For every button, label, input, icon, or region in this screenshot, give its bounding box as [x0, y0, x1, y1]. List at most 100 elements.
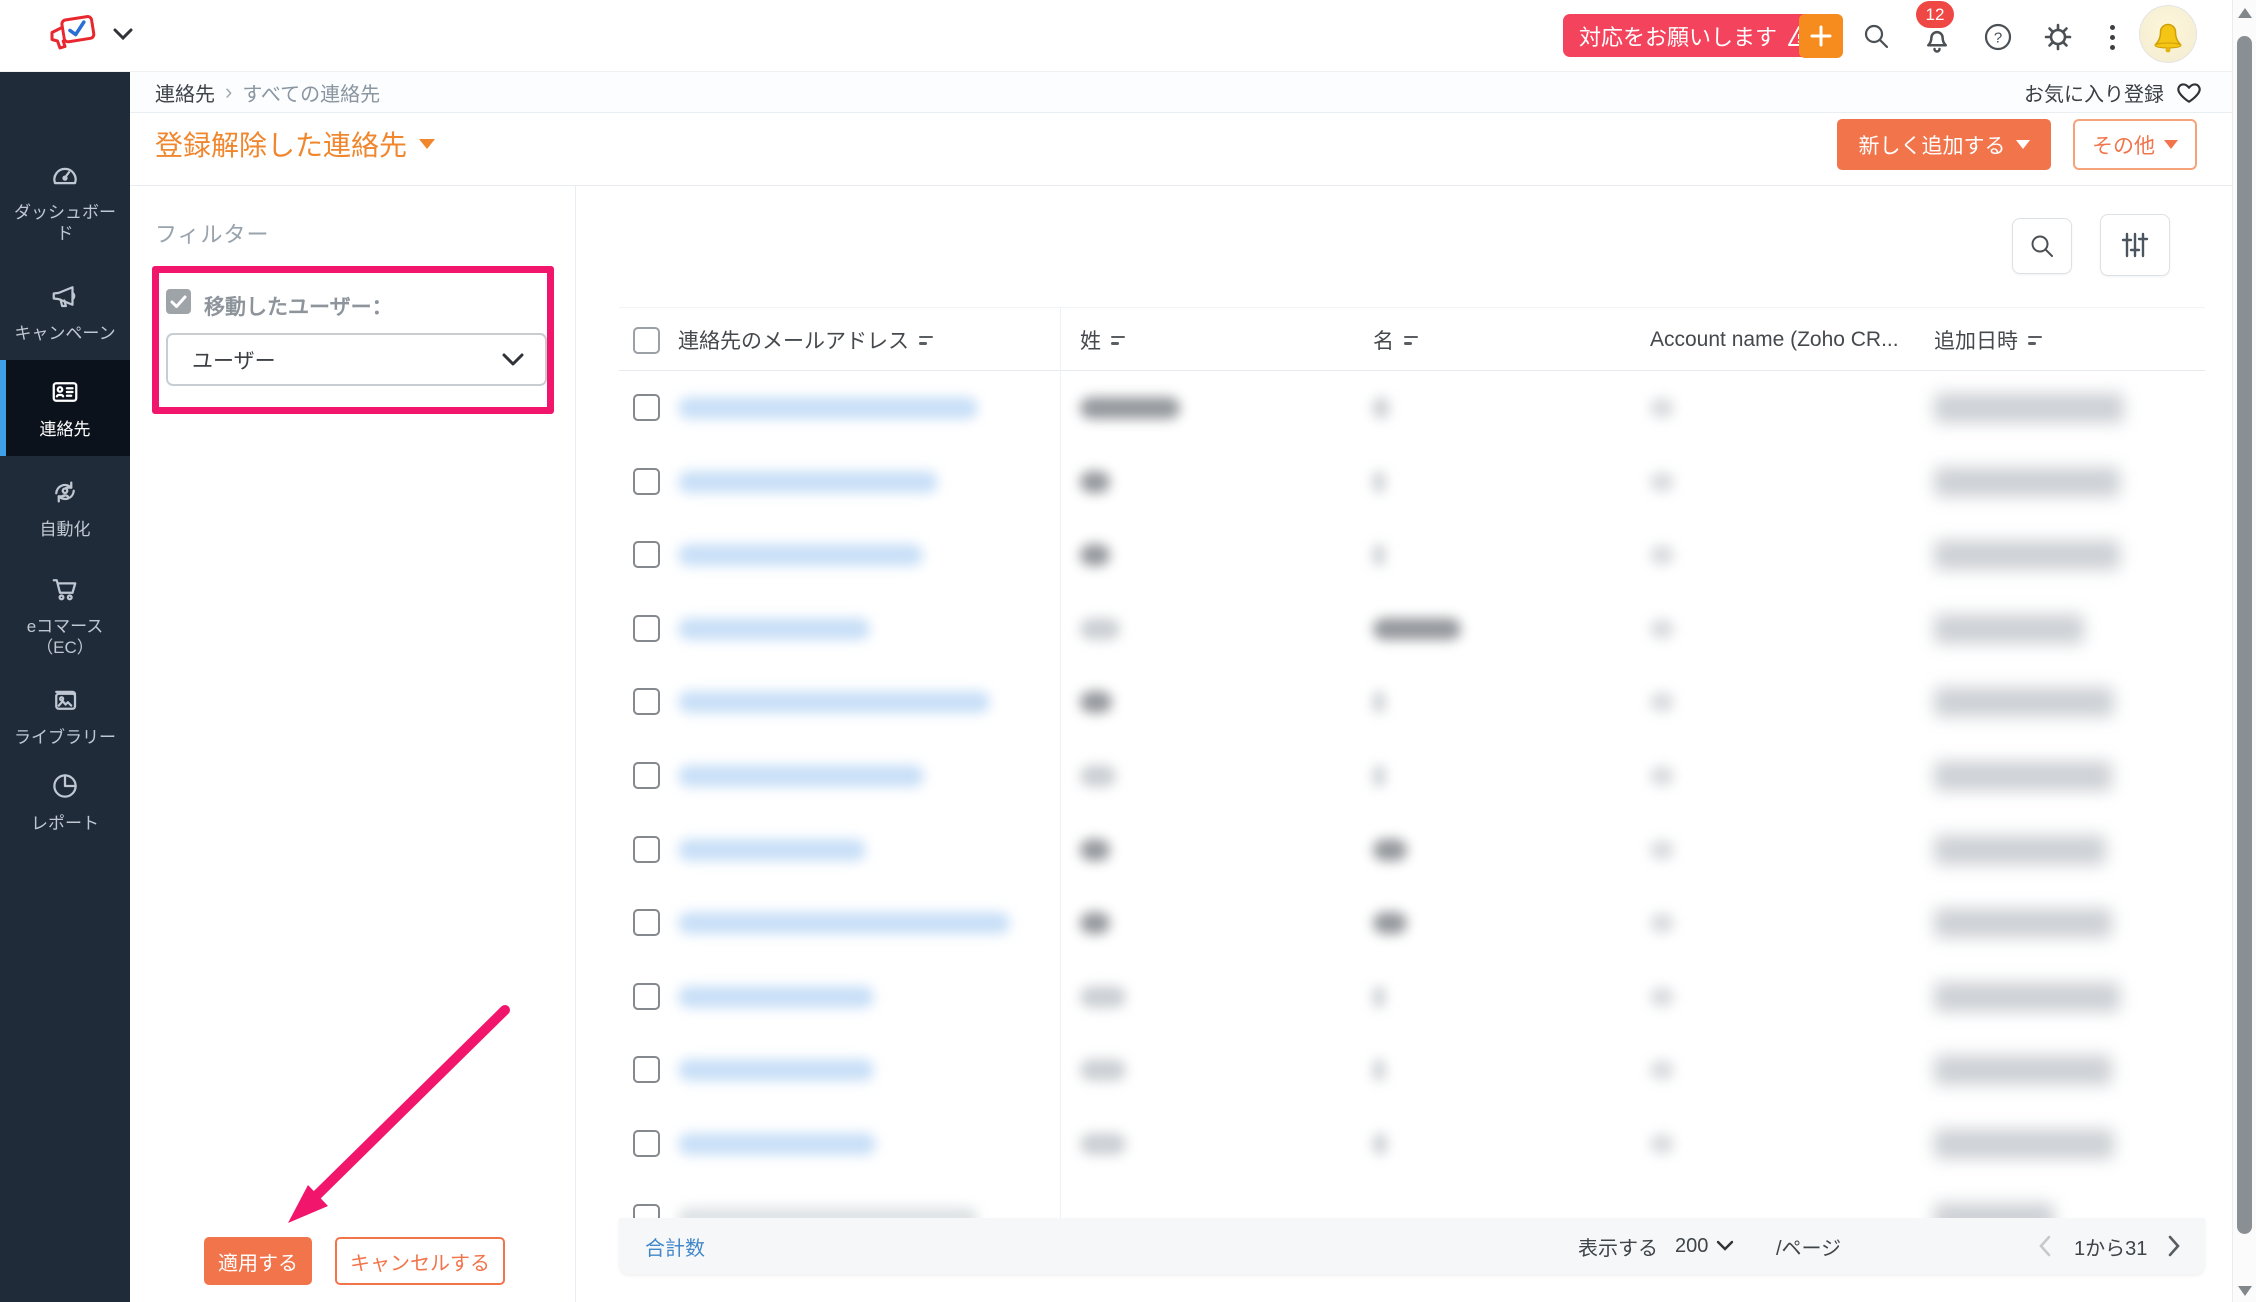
- add-new-button[interactable]: 新しく追加する: [1837, 119, 2051, 170]
- column-header[interactable]: 名: [1373, 308, 1418, 372]
- automation-icon: [50, 477, 80, 512]
- sidebar-item-dashboard[interactable]: ダッシュボード: [0, 152, 130, 252]
- user-avatar[interactable]: [2139, 5, 2197, 63]
- column-header[interactable]: 追加日時: [1934, 308, 2042, 372]
- page-size-dropdown[interactable]: 200: [1675, 1235, 1734, 1258]
- last-name-blurred: [1080, 1133, 1126, 1155]
- account-name-blurred: [1650, 913, 1674, 933]
- global-search-icon[interactable]: [1862, 22, 1890, 50]
- email-link-blurred[interactable]: [678, 1207, 978, 1218]
- row-checkbox[interactable]: [633, 1130, 660, 1157]
- sidebar-item-library[interactable]: ライブラリー: [0, 676, 130, 756]
- active-indicator: [0, 360, 6, 456]
- first-name-blurred: [1373, 1059, 1385, 1081]
- next-page-button[interactable]: [2167, 1235, 2181, 1257]
- table-row: [619, 665, 2205, 739]
- org-switcher-chevron-down-icon[interactable]: [112, 26, 134, 42]
- sidebar-item-campaigns[interactable]: キャンペーン: [0, 270, 130, 354]
- scroll-up-arrow[interactable]: [2238, 8, 2252, 18]
- row-checkbox[interactable]: [633, 394, 660, 421]
- notifications-bell-icon[interactable]: [1922, 24, 1952, 54]
- email-link-blurred[interactable]: [678, 765, 924, 787]
- account-name-blurred: [1650, 1060, 1674, 1080]
- column-filter-icon[interactable]: [1404, 336, 1418, 345]
- row-checkbox[interactable]: [633, 909, 660, 936]
- contacts-table: 連絡先のメールアドレス 姓 名 Account name (Zoho CR... 追加日…: [619, 307, 2205, 1302]
- previous-page-button[interactable]: [2038, 1235, 2052, 1257]
- email-link-blurred[interactable]: [678, 1059, 874, 1081]
- row-checkbox[interactable]: [633, 541, 660, 568]
- sidebar-item-contacts[interactable]: 連絡先: [0, 360, 130, 456]
- add-favorite-button[interactable]: お気に入り登録: [2024, 78, 2202, 107]
- row-checkbox[interactable]: [633, 688, 660, 715]
- added-date-blurred: [1934, 1055, 2112, 1085]
- title-chevron-down-icon: [419, 139, 435, 149]
- column-header[interactable]: Account name (Zoho CR...: [1650, 308, 1899, 372]
- email-link-blurred[interactable]: [678, 397, 978, 419]
- email-link-blurred[interactable]: [678, 471, 938, 493]
- sidebar-item-label: キャンペーン: [14, 323, 115, 344]
- sidebar-item-reports[interactable]: レポート: [0, 762, 130, 842]
- added-date-blurred: [1934, 687, 2114, 717]
- zoho-campaigns-logo-icon[interactable]: [46, 12, 104, 60]
- column-filter-icon[interactable]: [919, 336, 933, 345]
- breadcrumb-level2[interactable]: すべての連絡先: [242, 78, 380, 107]
- settings-gear-icon[interactable]: [2042, 21, 2074, 53]
- row-checkbox[interactable]: [633, 1204, 660, 1218]
- email-link-blurred[interactable]: [678, 912, 1010, 934]
- cancel-button[interactable]: キャンセルする: [335, 1237, 505, 1285]
- select-all-checkbox[interactable]: [633, 327, 660, 354]
- row-checkbox[interactable]: [633, 762, 660, 789]
- column-header[interactable]: 連絡先のメールアドレス: [678, 308, 933, 372]
- column-filter-icon[interactable]: [1111, 336, 1125, 345]
- sidebar-item-label: 自動化: [40, 519, 91, 540]
- more-options-kebab-icon[interactable]: [2104, 22, 2120, 52]
- column-settings-button[interactable]: [2100, 214, 2170, 276]
- vertical-scrollbar[interactable]: [2232, 0, 2256, 1302]
- column-header[interactable]: 姓: [1080, 308, 1125, 372]
- quick-create-button[interactable]: [1799, 14, 1843, 58]
- notification-count-badge: 12: [1916, 1, 1954, 28]
- more-button[interactable]: その他: [2073, 119, 2197, 170]
- email-link-blurred[interactable]: [678, 691, 990, 713]
- total-count-link[interactable]: 合計数: [645, 1232, 705, 1261]
- breadcrumb-level1[interactable]: 連絡先: [155, 78, 215, 107]
- apply-button[interactable]: 適用する: [204, 1237, 312, 1285]
- column-filter-icon[interactable]: [2028, 336, 2042, 345]
- sidebar-item-automation[interactable]: 自動化: [0, 468, 130, 548]
- email-link-blurred[interactable]: [678, 986, 874, 1008]
- scroll-down-arrow[interactable]: [2238, 1286, 2252, 1296]
- email-link-blurred[interactable]: [678, 1133, 876, 1155]
- table-row: [619, 813, 2205, 887]
- row-checkbox[interactable]: [633, 836, 660, 863]
- email-link-blurred[interactable]: [678, 618, 870, 640]
- table-row: [619, 1107, 2205, 1181]
- first-name-blurred: [1373, 986, 1385, 1008]
- sidebar-item-ecommerce[interactable]: eコマース（EC）: [0, 560, 130, 672]
- row-checkbox[interactable]: [633, 468, 660, 495]
- avatar-bell-image: [2150, 14, 2186, 54]
- user-dropdown[interactable]: ユーザー: [166, 333, 547, 386]
- table-row: [619, 1181, 2205, 1218]
- account-name-blurred: [1650, 398, 1674, 418]
- main-sidebar: ダッシュボードキャンペーン連絡先自動化 eコマース（EC）ライブラリーレポート: [0, 72, 130, 1302]
- first-name-blurred: [1373, 1133, 1387, 1155]
- moved-users-checkbox[interactable]: [166, 289, 191, 314]
- row-checkbox[interactable]: [633, 983, 660, 1010]
- account-name-blurred: [1650, 840, 1674, 860]
- first-name-blurred: [1373, 544, 1385, 566]
- first-name-blurred: [1373, 912, 1407, 934]
- table-search-button[interactable]: [2012, 218, 2072, 274]
- account-name-blurred: [1650, 472, 1674, 492]
- email-link-blurred[interactable]: [678, 544, 923, 566]
- row-checkbox[interactable]: [633, 615, 660, 642]
- show-label: 表示する: [1578, 1232, 1658, 1261]
- page-title[interactable]: 登録解除した連絡先: [155, 124, 435, 164]
- row-checkbox[interactable]: [633, 1056, 660, 1083]
- action-required-button[interactable]: 対応をお願いします: [1563, 14, 1827, 57]
- sidebar-item-label: レポート: [31, 813, 99, 834]
- scrollbar-thumb[interactable]: [2237, 36, 2252, 1234]
- email-link-blurred[interactable]: [678, 839, 866, 861]
- help-icon[interactable]: ?: [1983, 22, 2013, 52]
- added-date-blurred: [1934, 540, 2120, 570]
